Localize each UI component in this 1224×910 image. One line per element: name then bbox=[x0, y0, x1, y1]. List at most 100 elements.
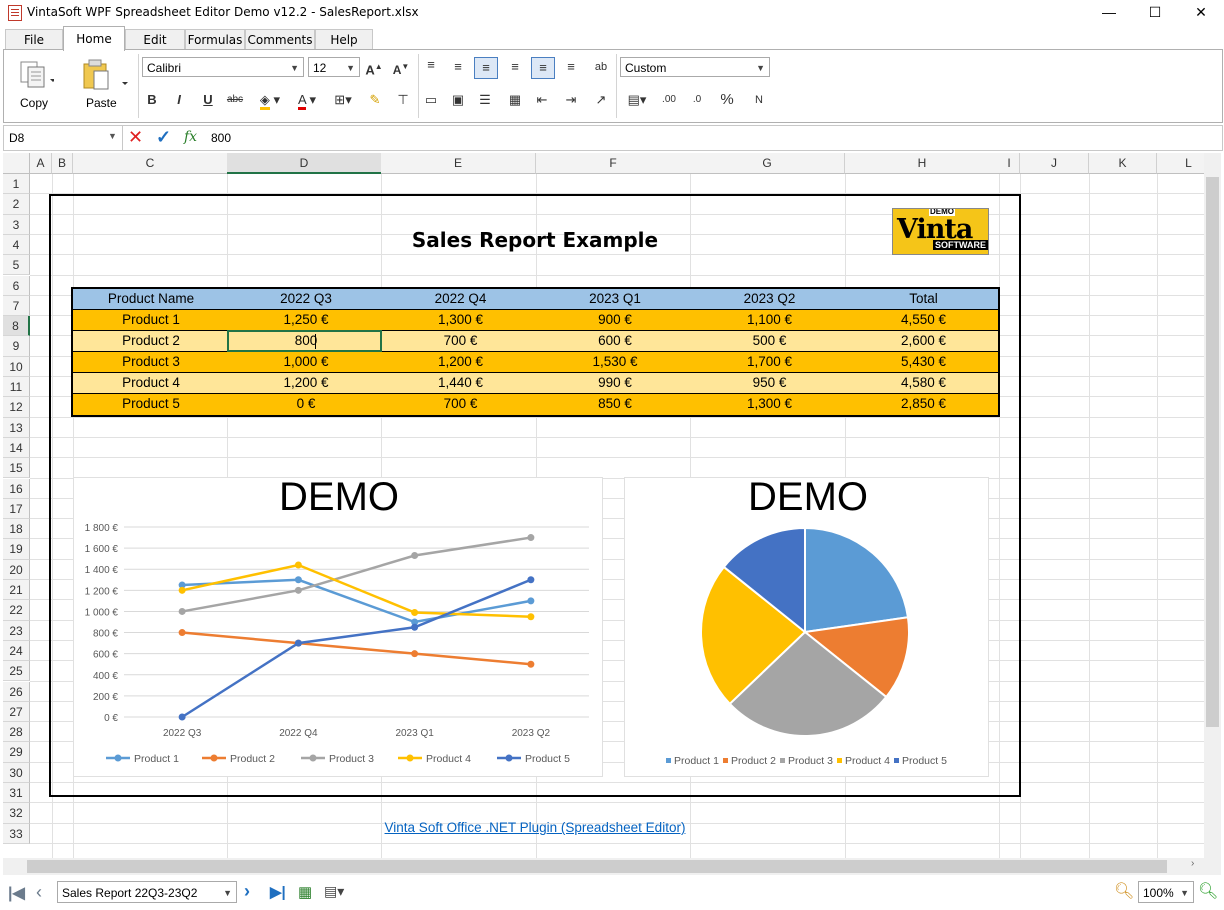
sheet-menu-icon[interactable]: ▤▾ bbox=[324, 883, 344, 900]
row-header[interactable]: 5 bbox=[3, 255, 30, 276]
table-cell[interactable]: 1,530 € bbox=[538, 352, 692, 373]
row-header[interactable]: 4 bbox=[3, 234, 30, 256]
increase-decimal-icon[interactable]: .00 bbox=[658, 90, 680, 110]
row-header[interactable]: 10 bbox=[3, 356, 30, 377]
tab-edit[interactable]: Edit bbox=[125, 29, 185, 50]
borders-button[interactable]: ⊞▾ bbox=[328, 90, 358, 110]
confirm-edit-icon[interactable]: ✓ bbox=[156, 127, 171, 148]
table-cell[interactable]: 1,700 € bbox=[692, 352, 847, 373]
paste-button[interactable]: Paste bbox=[78, 56, 134, 116]
table-cell[interactable]: 1,440 € bbox=[383, 373, 538, 394]
plugin-link[interactable]: Vinta Soft Office .NET Plugin (Spreadshe… bbox=[230, 820, 840, 835]
row-header[interactable]: 11 bbox=[3, 377, 30, 398]
row-header[interactable]: 18 bbox=[3, 519, 30, 540]
next-sheet-icon[interactable]: › bbox=[244, 881, 250, 902]
column-header-c[interactable]: C bbox=[73, 153, 228, 174]
column-header-h[interactable]: H bbox=[845, 153, 1000, 174]
table-cell[interactable]: 5,430 € bbox=[847, 352, 1000, 373]
table-cell[interactable]: 4,580 € bbox=[847, 373, 1000, 394]
pie-chart[interactable]: DEMO Product 1 Product 2 Product 3 Product 4… bbox=[624, 475, 989, 777]
table-cell[interactable]: 900 € bbox=[538, 310, 692, 331]
tab-comments[interactable]: Comments bbox=[245, 29, 315, 50]
tab-home[interactable]: Home bbox=[63, 26, 125, 51]
formula-input[interactable]: 800 bbox=[208, 126, 1221, 150]
scroll-right-icon[interactable]: › bbox=[1191, 858, 1194, 869]
close-button[interactable]: ✕ bbox=[1178, 2, 1224, 22]
align-right-icon[interactable]: ≡ bbox=[560, 57, 582, 77]
cancel-edit-icon[interactable]: ✕ bbox=[128, 127, 143, 148]
clear-format-icon[interactable]: ⊤ bbox=[392, 90, 414, 110]
decrease-decimal-icon[interactable]: .0 bbox=[686, 90, 708, 110]
zoom-combo[interactable]: 100% ▼ bbox=[1138, 881, 1194, 903]
line-chart[interactable]: DEMO 0 € 200 € 400 € 600 € 800 € 1 000 € 1 200 … bbox=[73, 475, 603, 777]
table-cell[interactable]: Product 2 bbox=[73, 331, 229, 352]
table-cell[interactable]: 4,550 € bbox=[847, 310, 1000, 331]
table-cell[interactable]: 990 € bbox=[538, 373, 692, 394]
percent-button[interactable]: % bbox=[716, 90, 738, 110]
vertical-scrollbar[interactable] bbox=[1204, 153, 1221, 858]
column-heading-cell[interactable]: Product Name bbox=[73, 289, 229, 310]
tab-help[interactable]: Help bbox=[315, 29, 373, 50]
bold-button[interactable]: B bbox=[141, 90, 163, 110]
row-header[interactable]: 7 bbox=[3, 295, 30, 317]
font-name-combo[interactable]: Calibri ▼ bbox=[142, 57, 304, 77]
tab-file[interactable]: File bbox=[5, 29, 63, 50]
spreadsheet-grid[interactable]: A B C D E F G H I J K L 1 2 3 4 5 6 7 8 9 10 11 12 1… bbox=[3, 153, 1221, 858]
align-middle-icon[interactable]: ≡ bbox=[447, 57, 469, 77]
row-header[interactable]: 19 bbox=[3, 539, 30, 560]
name-box[interactable]: D8 ▼ bbox=[4, 126, 123, 150]
table-cell[interactable]: 0 € bbox=[229, 394, 383, 415]
row-header[interactable]: 24 bbox=[3, 640, 30, 662]
column-heading-cell[interactable]: 2023 Q2 bbox=[692, 289, 847, 310]
tab-formulas[interactable]: Formulas bbox=[185, 29, 245, 50]
italic-button[interactable]: I bbox=[168, 90, 190, 110]
table-cell[interactable]: 700 € bbox=[383, 331, 538, 352]
underline-button[interactable]: U bbox=[197, 90, 219, 110]
row-header[interactable]: 23 bbox=[3, 620, 30, 641]
table-cell[interactable]: 1,250 € bbox=[229, 310, 383, 331]
font-color-button[interactable]: A ▾ bbox=[290, 90, 324, 110]
text-orientation-icon[interactable]: ↗ bbox=[590, 90, 612, 110]
row-header[interactable]: 2 bbox=[3, 194, 30, 215]
insert-function-icon[interactable]: fx bbox=[184, 129, 197, 145]
column-header-e[interactable]: E bbox=[381, 153, 536, 174]
row-header[interactable]: 30 bbox=[3, 762, 30, 783]
column-heading-cell[interactable]: Total bbox=[847, 289, 1000, 310]
font-size-combo[interactable]: 12 ▼ bbox=[308, 57, 360, 77]
table-cell[interactable]: 2,600 € bbox=[847, 331, 1000, 352]
column-heading-cell[interactable]: 2022 Q4 bbox=[383, 289, 538, 310]
table-cell[interactable]: 1,300 € bbox=[692, 394, 847, 415]
align-left-icon[interactable]: ≡ bbox=[504, 57, 526, 77]
table-cell[interactable]: 1,100 € bbox=[692, 310, 847, 331]
table-cell[interactable]: Product 4 bbox=[73, 373, 229, 394]
table-cell[interactable]: 950 € bbox=[692, 373, 847, 394]
merge-icon-4[interactable]: ▦ bbox=[504, 90, 526, 110]
row-header[interactable]: 20 bbox=[3, 559, 30, 580]
row-header[interactable]: 27 bbox=[3, 701, 30, 723]
row-header[interactable]: 9 bbox=[3, 336, 30, 357]
row-header[interactable]: 6 bbox=[3, 275, 30, 296]
row-header[interactable]: 16 bbox=[3, 478, 30, 499]
table-cell[interactable]: 1,200 € bbox=[383, 352, 538, 373]
increase-indent-icon[interactable]: ⇥ bbox=[560, 90, 582, 110]
row-header[interactable]: 1 bbox=[3, 174, 30, 195]
merge-icon-2[interactable]: ▣ bbox=[447, 90, 469, 110]
align-bottom-icon[interactable]: ≡ bbox=[474, 57, 498, 79]
horizontal-scrollbar[interactable]: › bbox=[3, 858, 1221, 875]
column-header-j[interactable]: J bbox=[1020, 153, 1089, 174]
table-cell[interactable]: Product 5 bbox=[73, 394, 229, 415]
row-header[interactable]: 29 bbox=[3, 742, 30, 763]
align-center-icon[interactable]: ≡ bbox=[531, 57, 555, 79]
row-header[interactable]: 21 bbox=[3, 580, 30, 601]
table-cell[interactable]: 1,300 € bbox=[383, 310, 538, 331]
row-header[interactable]: 8 bbox=[3, 316, 30, 337]
format-painter-icon[interactable]: ✎ bbox=[364, 90, 386, 110]
column-header-g[interactable]: G bbox=[690, 153, 845, 174]
table-cell[interactable]: 700 € bbox=[383, 394, 538, 415]
merge-icon-1[interactable]: ▭ bbox=[420, 90, 442, 110]
row-header[interactable]: 26 bbox=[3, 681, 30, 702]
row-header[interactable]: 32 bbox=[3, 803, 30, 824]
table-cell[interactable]: 800 bbox=[229, 331, 383, 352]
column-header-f[interactable]: F bbox=[536, 153, 691, 174]
column-header-i[interactable]: I bbox=[999, 153, 1020, 174]
